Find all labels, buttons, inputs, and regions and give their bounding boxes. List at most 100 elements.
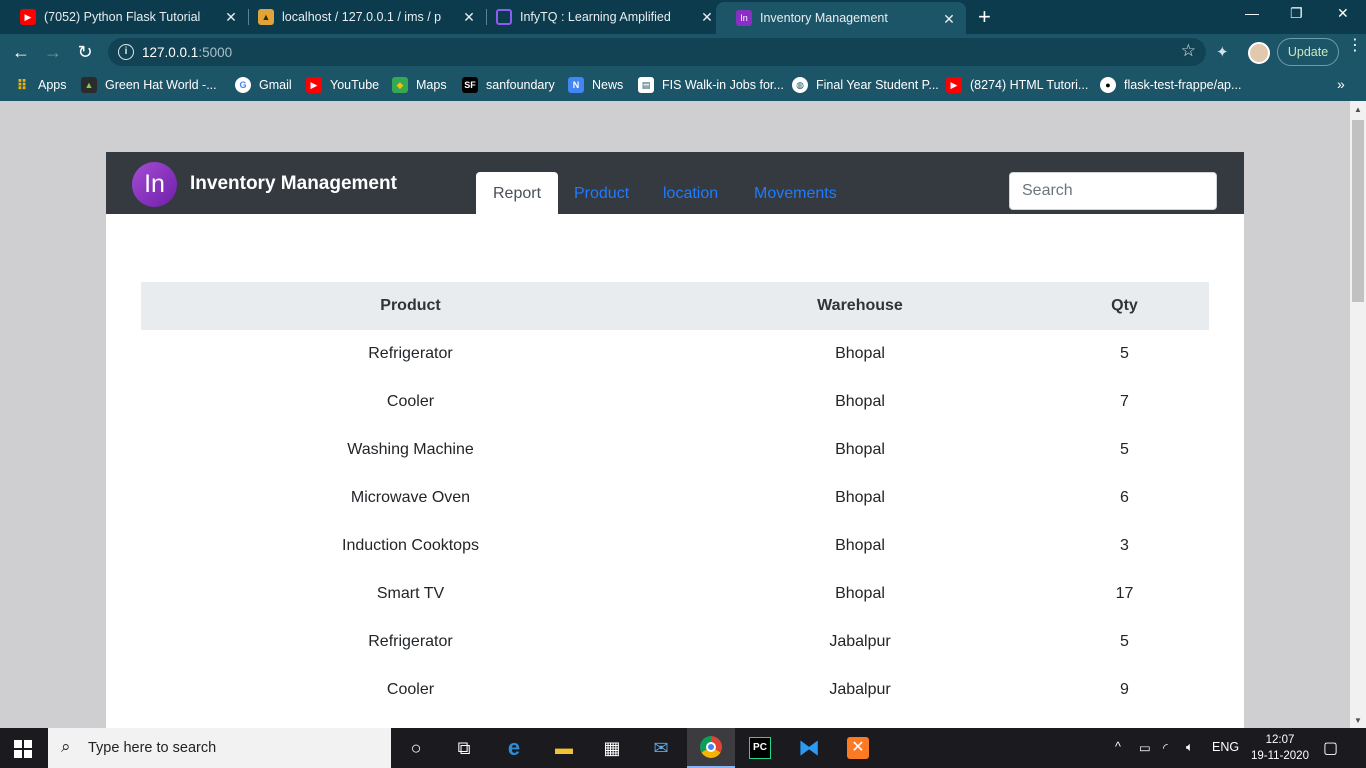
taskbar-search-box[interactable]: ⌕ Type here to search (48, 728, 391, 768)
forward-icon[interactable]: → (42, 41, 64, 63)
bookmark-youtube[interactable]: ▶ YouTube (306, 77, 379, 93)
news-icon: N (568, 77, 584, 93)
youtube-icon: ▶ (306, 77, 322, 93)
volume-icon[interactable]: 🔈︎ (1186, 740, 1194, 755)
close-tab-icon[interactable]: ✕ (700, 10, 714, 24)
cell-product: Cooler (386, 681, 435, 698)
tab-location[interactable]: location (646, 172, 735, 214)
clock-date: 19-11-2020 (1251, 750, 1309, 762)
page-scrollbar[interactable]: ▲ ▼ (1350, 101, 1366, 728)
cell-warehouse: Bhopal (835, 489, 885, 506)
bookmark-news[interactable]: N News (568, 77, 623, 93)
app-brand[interactable]: Inventory Management (190, 173, 397, 195)
cell-warehouse: Jabalpur (829, 633, 891, 650)
browser-tab-strip: ▶ (7052) Python Flask Tutorial for B ✕ ▲… (0, 0, 1366, 34)
address-bar[interactable]: i 127.0.0.1:5000 ☆ (108, 38, 1206, 66)
browser-tab-infytq[interactable]: InfyTQ : Learning Amplified ✕ (476, 0, 724, 34)
app-container: In Inventory Management Report Product l… (106, 152, 1244, 728)
scrollbar-thumb[interactable] (1352, 120, 1364, 302)
extensions-puzzle-icon[interactable]: ✦ (1216, 43, 1229, 61)
cell-qty: 3 (1120, 537, 1129, 554)
reload-icon[interactable]: ↻ (74, 41, 96, 63)
system-clock[interactable]: 12:07 19-11-2020 (1250, 732, 1310, 764)
pycharm-icon[interactable]: PC (736, 728, 784, 768)
browser-tab-inventory[interactable]: In Inventory Management ✕ (716, 2, 966, 34)
bookmark-gmail[interactable]: G Gmail (235, 77, 292, 93)
vscode-icon[interactable]: ⧓ (785, 728, 833, 768)
taskbar-search-placeholder: Type here to search (88, 740, 217, 756)
bookmark-label: Gmail (259, 78, 292, 92)
url-text[interactable]: 127.0.0.1:5000 (142, 45, 232, 60)
cell-product: Induction Cooktops (342, 537, 479, 554)
windows-start-icon[interactable] (14, 740, 32, 758)
browser-tab-python-flask[interactable]: ▶ (7052) Python Flask Tutorial for B ✕ (0, 0, 248, 34)
bookmark-star-icon[interactable]: ☆ (1181, 41, 1196, 61)
close-window-icon[interactable]: ✕ (1337, 5, 1349, 22)
task-view-icon[interactable]: ⧉ (440, 728, 488, 768)
mail-icon[interactable]: ✉ (637, 728, 685, 768)
cell-warehouse: Bhopal (835, 537, 885, 554)
cell-qty: 5 (1120, 633, 1129, 650)
bookmark-label: (8274) HTML Tutori... (970, 78, 1089, 92)
bookmark-apps[interactable]: ⠿ Apps (14, 77, 67, 93)
table-row: Cooler Bhopal 7 (141, 378, 1209, 426)
update-button[interactable]: Update (1277, 38, 1339, 66)
chrome-taskbar-icon[interactable] (687, 728, 735, 768)
browser-tab-phpmyadmin[interactable]: ▲ localhost / 127.0.0.1 / ims / produ ✕ (238, 0, 486, 34)
cell-product: Microwave Oven (350, 489, 471, 506)
site-info-icon[interactable]: i (118, 44, 134, 60)
fis-icon: ▤ (638, 77, 654, 93)
close-tab-icon[interactable]: ✕ (462, 10, 476, 24)
minimize-icon[interactable]: — (1245, 5, 1259, 21)
bookmark-fis-jobs[interactable]: ▤ FIS Walk-in Jobs for... (638, 77, 784, 93)
scroll-up-arrow-icon[interactable]: ▲ (1354, 105, 1362, 114)
app-logo[interactable]: In (132, 162, 177, 207)
apps-grid-icon: ⠿ (16, 76, 28, 93)
inventory-icon: In (736, 10, 752, 26)
cell-qty: 6 (1120, 489, 1129, 506)
close-tab-icon[interactable]: ✕ (942, 12, 956, 26)
new-tab-icon[interactable]: + (978, 6, 991, 28)
bookmark-label: sanfoundary (486, 78, 555, 92)
file-explorer-icon[interactable]: ▬ (540, 728, 588, 768)
microsoft-store-icon[interactable]: ▦ (588, 728, 636, 768)
youtube-icon: ▶ (946, 77, 962, 93)
report-table: Product Warehouse Qty Refrigerator Bhopa… (141, 282, 1209, 714)
profile-avatar[interactable] (1248, 42, 1270, 64)
chrome-icon (700, 736, 722, 758)
greenhat-icon: ▲ (81, 77, 97, 93)
action-center-icon[interactable]: ▢ (1323, 738, 1338, 758)
show-hidden-icons-icon[interactable]: ^ (1115, 740, 1121, 754)
cortana-icon[interactable]: ○ (392, 728, 440, 768)
bookmark-flask-test[interactable]: ● flask-test-frappe/ap... (1100, 77, 1241, 93)
bookmark-sanfoundary[interactable]: SF sanfoundary (462, 77, 555, 93)
restore-icon[interactable]: ❐ (1290, 5, 1303, 22)
bookmark-html-tutorial[interactable]: ▶ (8274) HTML Tutori... (946, 77, 1088, 93)
url-host: 127.0.0.1 (142, 45, 199, 60)
back-icon[interactable]: ← (10, 41, 32, 63)
battery-icon[interactable]: ▭ (1139, 740, 1151, 755)
xampp-icon[interactable]: ✕ (834, 728, 882, 768)
cell-product: Refrigerator (368, 345, 453, 362)
close-tab-icon[interactable]: ✕ (224, 10, 238, 24)
language-indicator[interactable]: ENG (1212, 740, 1239, 754)
column-header-product: Product (141, 282, 680, 330)
more-bookmarks-icon[interactable]: » (1337, 76, 1345, 92)
wifi-icon[interactable]: ◜ (1163, 740, 1168, 755)
tab-movements[interactable]: Movements (737, 172, 854, 214)
bookmark-final-year[interactable]: ◍ Final Year Student P... (792, 77, 939, 93)
cell-warehouse: Jabalpur (829, 681, 891, 698)
menu-kebab-icon[interactable]: ⋮ (1347, 38, 1363, 54)
bookmark-label: flask-test-frappe/ap... (1124, 78, 1242, 92)
sanfoundry-icon: SF (462, 77, 478, 93)
cell-warehouse: Bhopal (835, 345, 885, 362)
bookmark-maps[interactable]: ◆ Maps (392, 77, 447, 93)
tab-product[interactable]: Product (557, 172, 646, 214)
scroll-down-arrow-icon[interactable]: ▼ (1354, 716, 1362, 725)
edge-browser-icon[interactable]: e (490, 728, 538, 768)
cell-qty: 7 (1120, 393, 1129, 410)
search-input[interactable] (1009, 172, 1217, 210)
bookmark-green-hat[interactable]: ▲ Green Hat World -... (81, 77, 217, 93)
tab-report[interactable]: Report (476, 172, 559, 214)
table-row: Cooler Jabalpur 9 (141, 666, 1209, 714)
